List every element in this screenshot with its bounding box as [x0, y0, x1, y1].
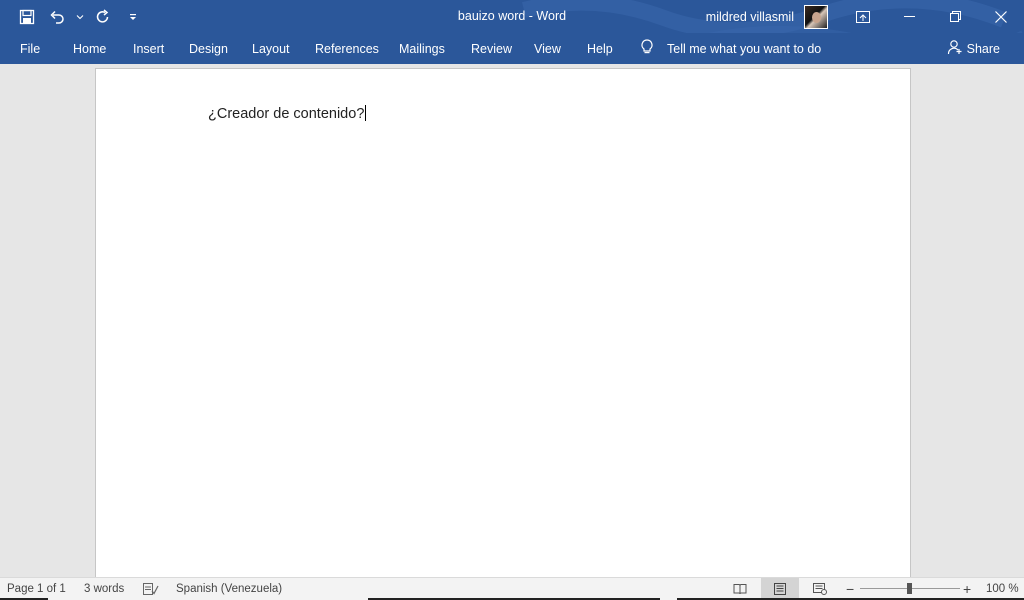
close-icon[interactable]: [978, 0, 1024, 33]
print-layout-icon[interactable]: [761, 578, 799, 600]
status-bar: Page 1 of 1 3 words Spanish (Venezuela) …: [0, 577, 1024, 600]
zoom-out-icon[interactable]: −: [846, 578, 854, 600]
language-status[interactable]: Spanish (Venezuela): [176, 578, 282, 600]
read-mode-icon[interactable]: [721, 578, 759, 600]
customize-qat-icon[interactable]: [118, 0, 148, 33]
tab-view[interactable]: View: [534, 33, 561, 64]
document-page[interactable]: ¿Creador de contenido?: [95, 68, 911, 577]
document-text[interactable]: ¿Creador de contenido?: [208, 106, 364, 122]
zoom-in-icon[interactable]: +: [963, 578, 971, 600]
document-canvas[interactable]: ¿Creador de contenido?: [0, 64, 1024, 577]
ribbon-display-options-icon[interactable]: [840, 0, 886, 33]
lightbulb-icon: [640, 39, 654, 58]
share-person-icon: [947, 39, 963, 58]
tab-mailings[interactable]: Mailings: [399, 33, 445, 64]
tab-help[interactable]: Help: [587, 33, 613, 64]
minimize-icon[interactable]: [886, 0, 932, 33]
undo-icon[interactable]: [42, 0, 72, 33]
tab-file[interactable]: File: [20, 33, 40, 64]
text-cursor: [365, 105, 367, 121]
save-icon[interactable]: [12, 0, 42, 33]
web-layout-icon[interactable]: [801, 578, 839, 600]
tab-layout[interactable]: Layout: [252, 33, 290, 64]
user-name[interactable]: mildred villasmil: [706, 10, 794, 24]
page-count[interactable]: Page 1 of 1: [7, 578, 66, 600]
tab-design[interactable]: Design: [189, 33, 228, 64]
share-label[interactable]: Share: [967, 42, 1000, 56]
undo-dropdown-icon[interactable]: [72, 0, 88, 33]
restore-icon[interactable]: [932, 0, 978, 33]
tab-insert[interactable]: Insert: [133, 33, 164, 64]
zoom-slider-thumb[interactable]: [907, 583, 912, 594]
tell-me-label[interactable]: Tell me what you want to do: [667, 42, 821, 56]
redo-icon[interactable]: [88, 0, 118, 33]
tab-home[interactable]: Home: [73, 33, 106, 64]
proofing-icon[interactable]: [143, 582, 159, 596]
title-bar: bauizo word - Word mildred villasmil: [0, 0, 1024, 33]
document-body[interactable]: ¿Creador de contenido?: [208, 105, 367, 122]
share-button[interactable]: Share: [947, 33, 1000, 64]
word-count[interactable]: 3 words: [84, 578, 124, 600]
zoom-level[interactable]: 100 %: [986, 578, 1019, 600]
avatar[interactable]: [804, 4, 828, 29]
quick-access-toolbar: [12, 0, 148, 33]
ribbon-tabs: File Home Insert Design Layout Reference…: [0, 33, 1024, 64]
account-area[interactable]: mildred villasmil: [706, 0, 828, 33]
tab-references[interactable]: References: [315, 33, 379, 64]
tab-review[interactable]: Review: [471, 33, 512, 64]
tell-me-search[interactable]: Tell me what you want to do: [640, 33, 821, 64]
window-controls: [840, 0, 1024, 33]
